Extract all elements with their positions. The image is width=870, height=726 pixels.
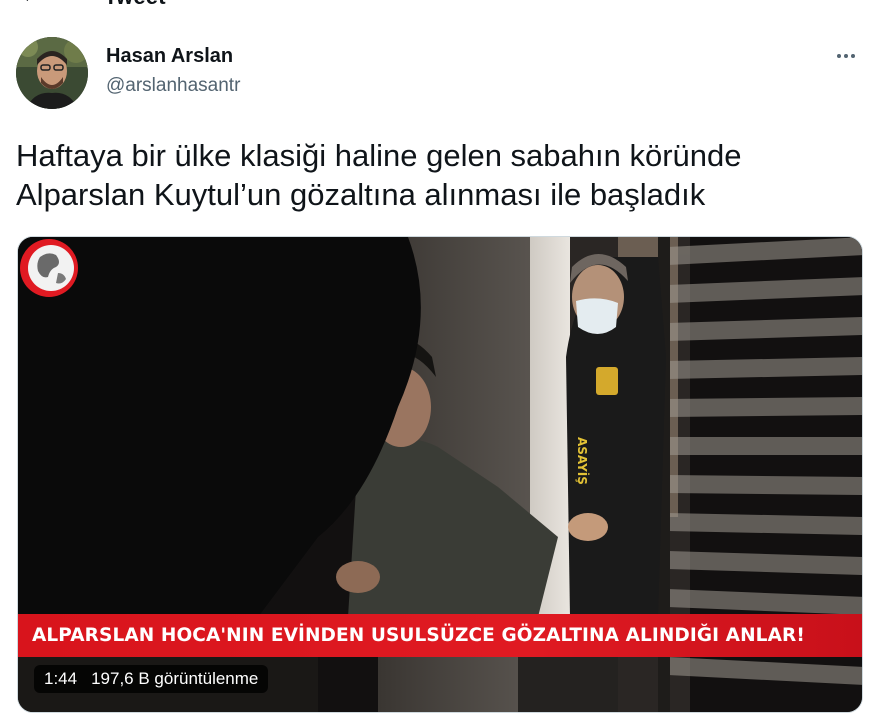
video-views: 197,6 B görüntülenme [91, 669, 259, 688]
back-arrow-icon[interactable]: ← [20, 0, 42, 8]
video-duration: 1:44 [44, 669, 78, 688]
more-options-icon[interactable] [832, 44, 860, 68]
author-handle[interactable]: @arslanhasantr [106, 75, 240, 97]
page-title: Tweet [104, 0, 166, 10]
tweet-text-line: Alparslan Kuytul’un gözaltına alınması i… [16, 177, 706, 212]
tweet-text: Haftaya bir ülke klasiği haline gelen sa… [16, 136, 856, 214]
tweet-text-line: Haftaya bir ülke klasiği haline gelen sa… [16, 138, 742, 173]
avatar[interactable] [16, 37, 88, 109]
author-name[interactable]: Hasan Arslan [106, 45, 233, 68]
channel-logo-icon [20, 239, 78, 297]
video-player[interactable]: ASAYİŞ ALPARSLAN HOCA'NIN EVİNDEN USULSÜ… [17, 236, 863, 713]
video-banner: ALPARSLAN HOCA'NIN EVİNDEN USULSÜZCE GÖZ… [18, 614, 862, 657]
vest-text: ASAYİŞ [575, 437, 590, 485]
avatar-photo [16, 37, 88, 109]
video-info-overlay: 1:44 197,6 B görüntülenme [34, 665, 269, 693]
